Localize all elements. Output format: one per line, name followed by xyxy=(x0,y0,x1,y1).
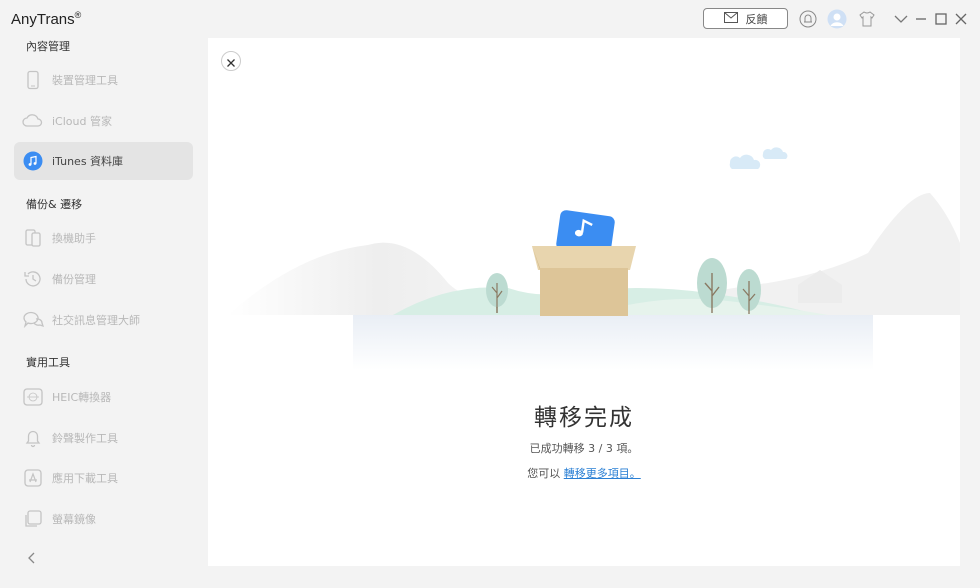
sidebar-item-label: 備份管理 xyxy=(52,273,96,286)
envelope-icon xyxy=(723,11,738,26)
sidebar-item-backup-manager[interactable]: 備份管理 xyxy=(14,260,193,298)
close-panel-button[interactable] xyxy=(221,51,241,71)
chat-bubble-icon xyxy=(22,309,44,331)
history-clock-icon xyxy=(22,268,44,290)
title-bar: AnyTrans® 反饋 xyxy=(0,0,980,38)
sidebar-item-label: 換機助手 xyxy=(52,232,96,245)
app-title-text: AnyTrans xyxy=(11,11,75,28)
phone-icon xyxy=(22,69,44,91)
sidebar-item-ringtone-maker[interactable]: 鈴聲製作工具 xyxy=(14,419,193,457)
phone-transfer-icon xyxy=(22,227,44,249)
sidebar-item-label: 螢幕鏡像 xyxy=(52,513,96,526)
sidebar-item-social-messages[interactable]: 社交訊息管理大師 xyxy=(14,301,193,339)
bell-icon[interactable] xyxy=(798,9,818,29)
app-store-icon xyxy=(22,467,44,489)
section-title-tools: 實用工具 xyxy=(26,356,70,369)
sidebar-item-screen-mirror[interactable]: 螢幕鏡像 xyxy=(14,500,193,538)
transfer-complete-illustration xyxy=(228,147,960,370)
transfer-result-text: 已成功轉移 3 / 3 項。 xyxy=(529,442,639,455)
transfer-more-prefix: 您可以 xyxy=(527,467,561,480)
music-note-icon xyxy=(22,150,44,172)
transfer-more-row: 您可以 轉移更多項目。 xyxy=(208,465,960,481)
sidebar-item-label: 社交訊息管理大師 xyxy=(52,314,140,327)
collapse-sidebar-icon[interactable] xyxy=(24,550,40,566)
sidebar-item-label: iCloud 管家 xyxy=(52,115,112,128)
section-title-content: 內容管理 xyxy=(26,40,70,53)
close-window-icon[interactable] xyxy=(951,9,971,29)
cloud-icon xyxy=(22,110,44,132)
sidebar-item-label: HEIC轉換器 xyxy=(52,391,112,404)
close-icon xyxy=(227,52,235,71)
section-title-backup: 備份& 遷移 xyxy=(26,198,83,211)
transfer-more-link[interactable]: 轉移更多項目。 xyxy=(564,467,641,480)
feedback-label: 反饋 xyxy=(745,12,768,26)
avatar-icon[interactable] xyxy=(827,9,847,29)
sidebar-item-heic-converter[interactable]: HEIC轉換器 xyxy=(14,378,193,416)
maximize-icon[interactable] xyxy=(931,9,951,29)
transfer-complete-title: 轉移完成 xyxy=(534,405,634,431)
chevron-down-icon[interactable] xyxy=(891,9,911,29)
sidebar-item-itunes-library[interactable]: iTunes 資料庫 xyxy=(14,142,193,180)
sidebar-item-app-downloader[interactable]: 應用下載工具 xyxy=(14,459,193,497)
sidebar-item-device-manager[interactable]: 裝置管理工具 xyxy=(14,61,193,99)
sidebar-item-phone-switch[interactable]: 換機助手 xyxy=(14,219,193,257)
sidebar: 內容管理 裝置管理工具 iCloud 管家 iTunes 資料庫 備份& 遷移 … xyxy=(0,38,207,588)
heic-convert-icon xyxy=(22,386,44,408)
sidebar-item-label: 應用下載工具 xyxy=(52,472,118,485)
registered-mark: ® xyxy=(74,10,82,20)
screen-mirror-icon xyxy=(22,508,44,530)
sidebar-item-label: 裝置管理工具 xyxy=(52,74,118,87)
tshirt-icon[interactable] xyxy=(857,9,877,29)
minimize-icon[interactable] xyxy=(911,9,931,29)
bell-icon xyxy=(22,427,44,449)
sidebar-item-label: iTunes 資料庫 xyxy=(52,155,124,168)
app-title: AnyTrans® xyxy=(11,10,81,28)
sidebar-item-label: 鈴聲製作工具 xyxy=(52,432,118,445)
feedback-button[interactable]: 反饋 xyxy=(703,8,788,29)
main-panel: 轉移完成 已成功轉移 3 / 3 項。 您可以 轉移更多項目。 xyxy=(208,38,960,566)
sidebar-item-icloud[interactable]: iCloud 管家 xyxy=(14,102,193,140)
